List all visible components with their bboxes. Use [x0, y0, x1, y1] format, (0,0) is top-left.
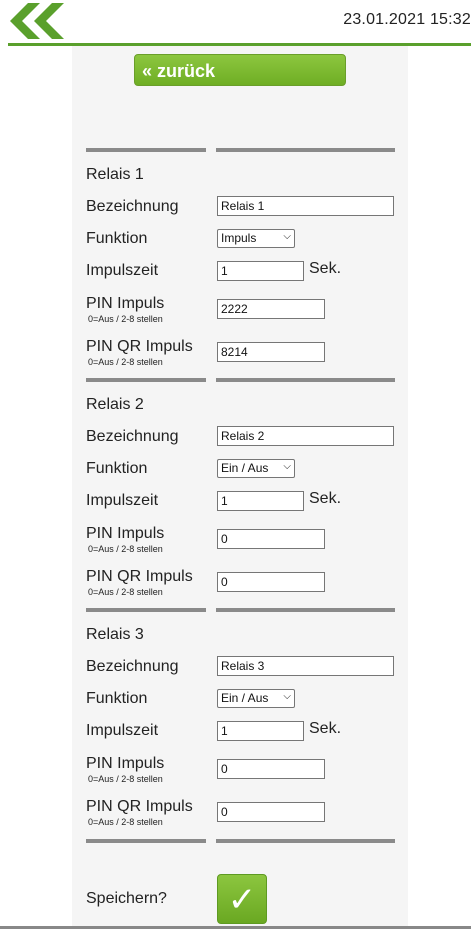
separator-left — [86, 148, 206, 152]
separator-right — [216, 378, 395, 382]
separator-right — [216, 148, 395, 152]
impulszeit-unit: Sek. — [309, 490, 342, 507]
bezeichnung-input[interactable]: Relais 3 — [217, 656, 394, 676]
impulszeit-input[interactable]: 1 — [217, 721, 304, 741]
impulszeit-unit: Sek. — [309, 260, 342, 277]
chevron-down-icon: ⌵ — [283, 231, 291, 242]
funktion-select[interactable]: Ein / Aus ⌵ — [217, 459, 295, 478]
pin-impuls-label: PIN Impuls — [86, 525, 165, 542]
impulszeit-input[interactable]: 1 — [217, 491, 304, 511]
relay-title: Relais 3 — [86, 626, 144, 643]
impulszeit-label: Impulszeit — [86, 492, 159, 509]
separator-left — [86, 378, 206, 382]
pin-qr-impuls-input[interactable]: 0 — [217, 802, 325, 822]
bezeichnung-label: Bezeichnung — [86, 658, 179, 675]
relay-title: Relais 2 — [86, 396, 144, 413]
pin-impuls-label: PIN Impuls — [86, 295, 165, 312]
pin-qr-impuls-input[interactable]: 8214 — [217, 342, 325, 362]
funktion-select-value: Ein / Aus — [221, 691, 269, 705]
funktion-label: Funktion — [86, 460, 148, 477]
separator-right — [216, 608, 395, 612]
funktion-select-value: Impuls — [221, 231, 257, 245]
funktion-select[interactable]: Impuls ⌵ — [217, 229, 295, 248]
pin-qr-impuls-input[interactable]: 0 — [217, 572, 325, 592]
impulszeit-label: Impulszeit — [86, 262, 159, 279]
pin-qr-impuls-label: PIN QR Impuls — [86, 798, 193, 815]
chevron-down-icon: ⌵ — [283, 461, 291, 472]
pin-impuls-input[interactable]: 2222 — [217, 299, 325, 319]
impulszeit-label: Impulszeit — [86, 722, 159, 739]
funktion-select[interactable]: Ein / Aus ⌵ — [217, 689, 295, 708]
chevron-down-icon: ⌵ — [283, 691, 291, 702]
back-button[interactable]: « zurück — [134, 54, 346, 86]
relay-title: Relais 1 — [86, 166, 144, 183]
funktion-select-value: Ein / Aus — [221, 461, 269, 475]
double-chevron-left-icon[interactable] — [8, 3, 68, 39]
pin-impuls-hint: 0=Aus / 2-8 stellen — [88, 314, 163, 324]
bezeichnung-label: Bezeichnung — [86, 428, 179, 445]
save-label: Speichern? — [86, 890, 167, 907]
pin-qr-impuls-label: PIN QR Impuls — [86, 338, 193, 355]
pin-impuls-input[interactable]: 0 — [217, 759, 325, 779]
bezeichnung-input[interactable]: Relais 2 — [217, 426, 394, 446]
bezeichnung-label: Bezeichnung — [86, 198, 179, 215]
pin-impuls-label: PIN Impuls — [86, 755, 165, 772]
separator-left — [86, 608, 206, 612]
checkmark-icon: ✓ — [227, 881, 257, 919]
funktion-label: Funktion — [86, 230, 148, 247]
save-button[interactable]: ✓ — [217, 874, 267, 924]
pin-qr-impuls-hint: 0=Aus / 2-8 stellen — [88, 817, 163, 827]
impulszeit-unit: Sek. — [309, 720, 342, 737]
impulszeit-input[interactable]: 1 — [217, 261, 304, 281]
bezeichnung-input[interactable]: Relais 1 — [217, 196, 394, 216]
top-bar: 23.01.2021 15:32 — [0, 0, 471, 46]
pin-impuls-hint: 0=Aus / 2-8 stellen — [88, 544, 163, 554]
datetime: 23.01.2021 15:32 — [343, 11, 471, 28]
pin-qr-impuls-label: PIN QR Impuls — [86, 568, 193, 585]
pin-impuls-input[interactable]: 0 — [217, 529, 325, 549]
pin-impuls-hint: 0=Aus / 2-8 stellen — [88, 774, 163, 784]
separator-right — [216, 839, 395, 843]
pin-qr-impuls-hint: 0=Aus / 2-8 stellen — [88, 357, 163, 367]
separator-left — [86, 839, 206, 843]
pin-qr-impuls-hint: 0=Aus / 2-8 stellen — [88, 587, 163, 597]
funktion-label: Funktion — [86, 690, 148, 707]
